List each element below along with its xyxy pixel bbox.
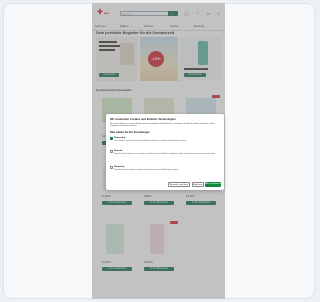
dialog-text: Wir nutzen Cookies, um unsere Website op… xyxy=(110,123,215,128)
option-description: Marketing-Cookies werden verwendet, um B… xyxy=(114,169,179,171)
dialog-subtitle: Bitte wählen Sie Ihre Einstellungen xyxy=(110,131,150,134)
marketing-checkbox[interactable] xyxy=(110,166,113,169)
reject-button[interactable]: Ablehnen xyxy=(192,182,204,187)
option-description: Diese Cookies sind für den Betrieb der W… xyxy=(114,140,187,142)
cookie-consent-dialog: Wir verwenden Cookies und ähnliche Techn… xyxy=(106,114,224,190)
option-label: Statistik xyxy=(114,150,123,152)
option-description: Statistik-Cookies helfen uns zu verstehe… xyxy=(114,153,216,155)
accept-all-button[interactable]: Alle akzeptieren xyxy=(205,182,221,187)
dialog-title: Wir verwenden Cookies und ähnliche Techn… xyxy=(110,118,176,121)
save-selection-button[interactable]: Auswahl speichern xyxy=(168,182,190,187)
statistics-checkbox[interactable] xyxy=(110,150,113,153)
necessary-checkbox[interactable] xyxy=(110,137,113,140)
option-label: Marketing xyxy=(114,166,125,168)
option-label: Notwendig xyxy=(114,137,126,139)
